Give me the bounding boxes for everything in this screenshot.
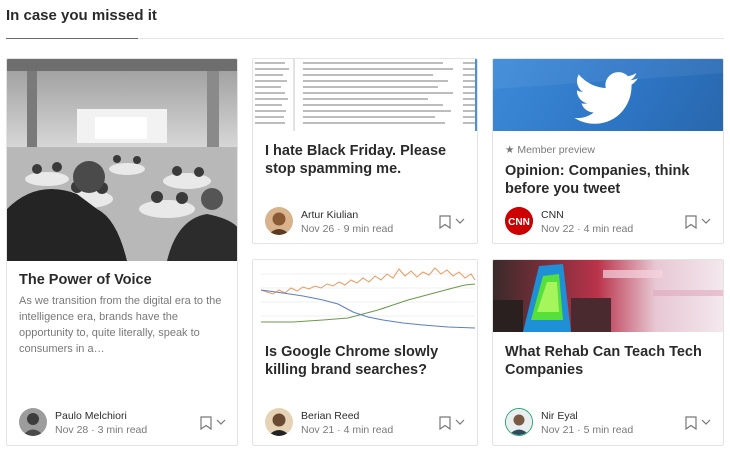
post-meta: Nov 21 · 5 min read — [541, 424, 634, 436]
bookmark-icon[interactable] — [439, 416, 451, 430]
chevron-down-icon[interactable] — [216, 418, 226, 426]
star-icon: ★ — [505, 144, 515, 156]
author-avatar[interactable] — [265, 207, 293, 235]
author-avatar[interactable] — [505, 408, 533, 436]
author-name[interactable]: Berian Reed — [301, 410, 359, 422]
inbox-screenshot[interactable] — [253, 59, 477, 131]
chevron-down-icon[interactable] — [701, 418, 711, 426]
post-meta: Nov 28 · 3 min read — [55, 424, 148, 436]
section-title: In case you missed it — [6, 7, 157, 24]
card-black-friday[interactable]: I hate Black Friday. Please stop spammin… — [252, 58, 478, 244]
author-avatar[interactable] — [19, 408, 47, 436]
vr-headset-photo[interactable] — [493, 260, 723, 332]
bookmark-icon[interactable] — [200, 416, 212, 430]
cnn-logo-avatar[interactable]: CNN — [505, 207, 533, 235]
conference-photo[interactable] — [7, 59, 237, 261]
card-description[interactable]: As we transition from the digital era to… — [19, 293, 223, 357]
post-meta: Nov 21 · 4 min read — [301, 424, 394, 436]
bookmark-icon[interactable] — [439, 215, 451, 229]
section-underline — [6, 38, 138, 39]
member-preview-text: Member preview — [517, 144, 595, 156]
author-name[interactable]: Paulo Melchiori — [55, 410, 127, 422]
author-name[interactable]: Artur Kiulian — [301, 209, 358, 221]
author-name[interactable]: Nir Eyal — [541, 410, 578, 422]
chevron-down-icon[interactable] — [455, 418, 465, 426]
card-chrome-brand-searches[interactable]: Is Google Chrome slowly killing brand se… — [252, 259, 478, 446]
card-title[interactable]: The Power of Voice — [19, 271, 225, 289]
card-title[interactable]: Opinion: Companies, think before you twe… — [505, 162, 711, 198]
twitter-bird-logo[interactable] — [493, 59, 723, 131]
post-meta: Nov 26 · 9 min read — [301, 223, 394, 235]
card-title[interactable]: Is Google Chrome slowly killing brand se… — [265, 343, 465, 379]
card-title[interactable]: I hate Black Friday. Please stop spammin… — [265, 142, 465, 178]
chevron-down-icon[interactable] — [455, 217, 465, 225]
svg-text:CNN: CNN — [508, 217, 530, 228]
card-power-of-voice[interactable]: The Power of Voice As we transition from… — [6, 58, 238, 446]
bookmark-icon[interactable] — [685, 416, 697, 430]
card-rehab-tech[interactable]: What Rehab Can Teach Tech Companies Nir … — [492, 259, 724, 446]
author-name[interactable]: CNN — [541, 209, 564, 221]
member-preview-label: ★ Member preview — [505, 144, 595, 156]
post-meta: Nov 22 · 4 min read — [541, 223, 634, 235]
author-avatar[interactable] — [265, 408, 293, 436]
card-companies-tweet[interactable]: ★ Member preview Opinion: Companies, thi… — [492, 58, 724, 244]
card-title[interactable]: What Rehab Can Teach Tech Companies — [505, 343, 711, 379]
bookmark-icon[interactable] — [685, 215, 697, 229]
trend-chart[interactable] — [253, 260, 477, 332]
chevron-down-icon[interactable] — [701, 217, 711, 225]
